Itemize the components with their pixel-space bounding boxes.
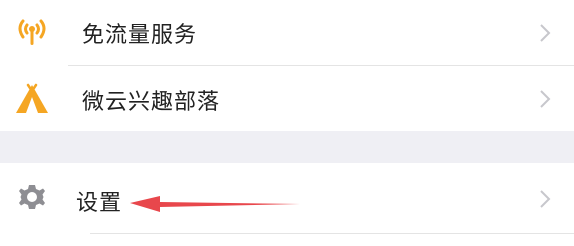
- chevron-right-icon: [538, 88, 552, 110]
- chevron-right-icon: [538, 22, 552, 44]
- menu-item-label: 免流量服务: [82, 23, 198, 48]
- divider: [90, 233, 574, 234]
- chevron-right-icon: [538, 188, 552, 210]
- tent-icon: [12, 79, 52, 119]
- menu-item-label: 微云兴趣部落: [82, 90, 221, 115]
- menu-item-interest-tribe[interactable]: 微云兴趣部落: [0, 66, 574, 131]
- wifi-signal-icon: [12, 12, 52, 52]
- menu-item-free-data[interactable]: 免流量服务: [0, 0, 574, 66]
- red-arrow-pointer: [130, 196, 300, 212]
- gear-icon: [12, 177, 52, 217]
- menu-item-label: 设置: [76, 191, 123, 216]
- menu-group-top: 免流量服务 微云兴趣部落: [0, 0, 574, 131]
